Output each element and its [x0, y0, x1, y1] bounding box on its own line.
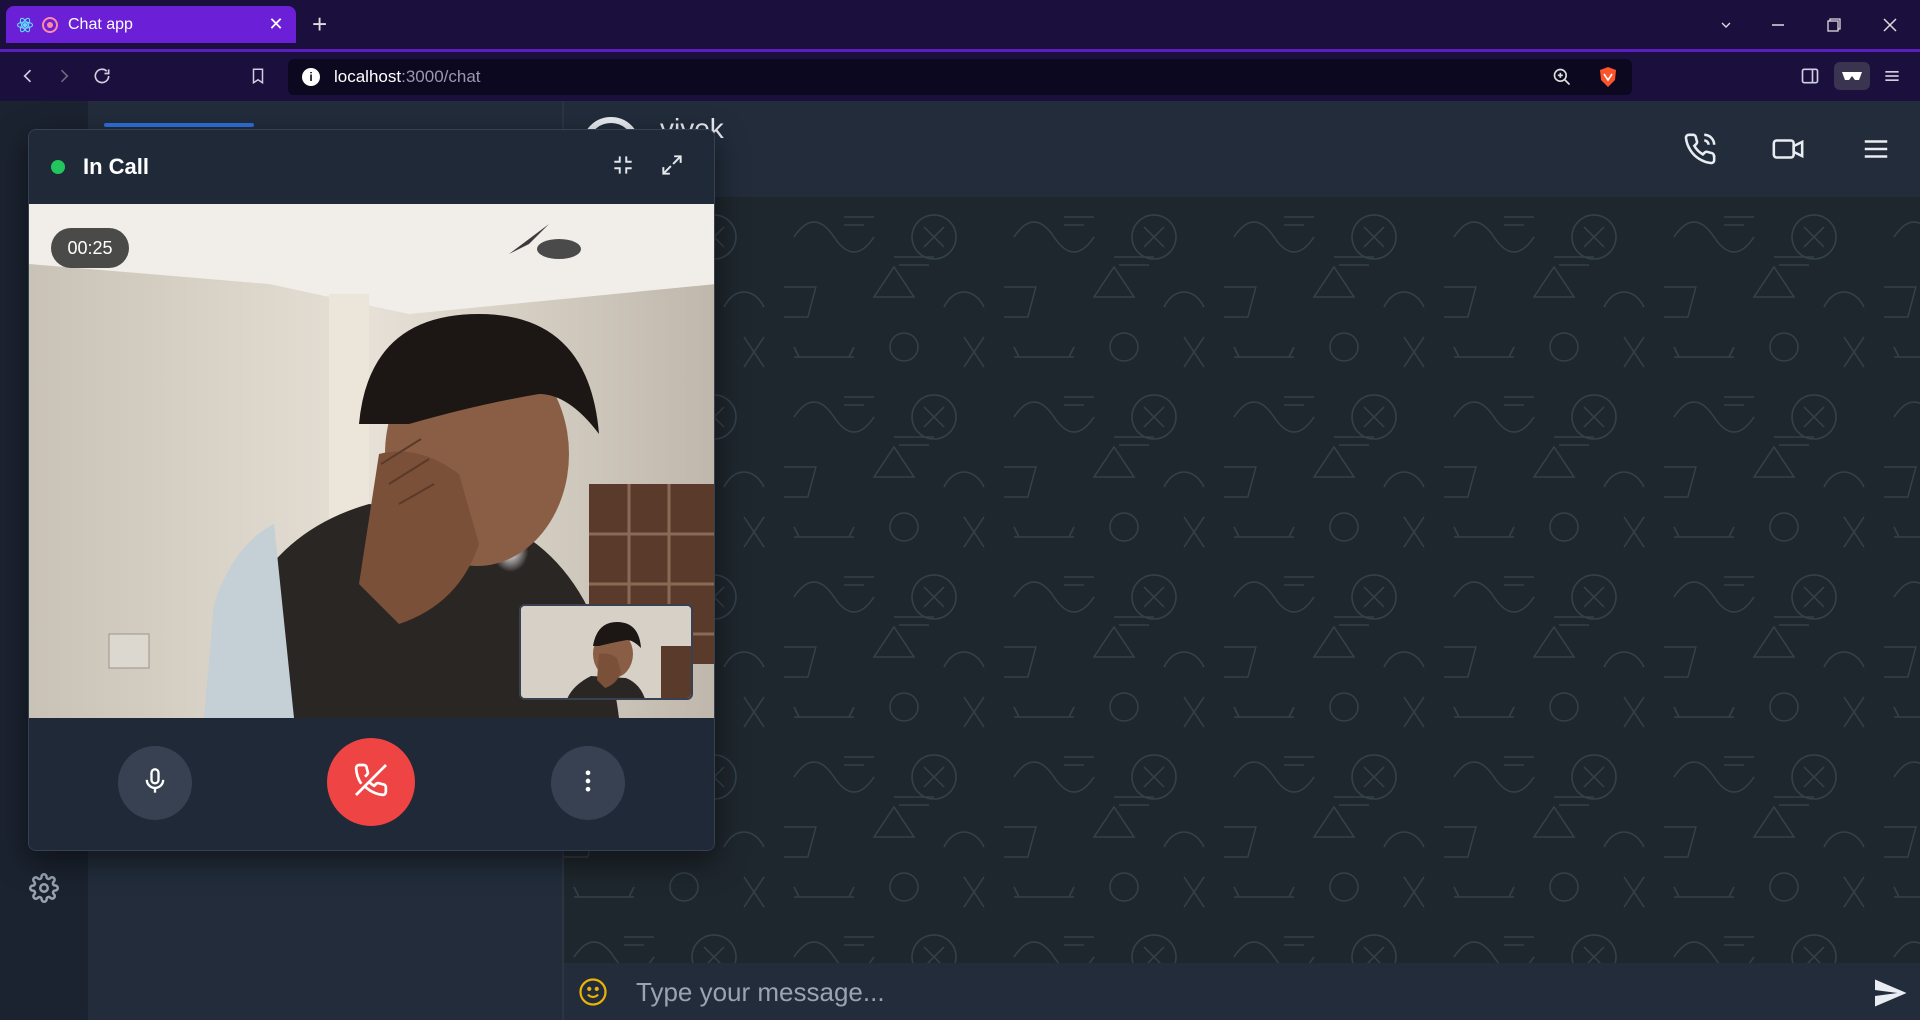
- active-tab-indicator: [104, 123, 254, 127]
- reload-icon[interactable]: [88, 62, 116, 90]
- call-timer: 00:25: [51, 228, 129, 268]
- video-call-icon[interactable]: [1768, 129, 1808, 169]
- tab-title: Chat app: [68, 15, 133, 33]
- forward-icon[interactable]: [50, 62, 78, 90]
- chat-panel: vivek: [562, 101, 1920, 1020]
- message-composer: [564, 963, 1920, 1020]
- browser-tab[interactable]: Chat app ✕: [6, 6, 296, 43]
- message-input[interactable]: [636, 971, 1816, 1013]
- browser-navbar: i localhost:3000/chat: [0, 49, 1920, 101]
- call-window: In Call 00:25: [28, 129, 715, 851]
- recording-icon: [42, 16, 58, 33]
- chat-menu-icon[interactable]: [1856, 129, 1896, 169]
- call-controls: [29, 718, 714, 850]
- zoom-icon[interactable]: [1552, 67, 1572, 92]
- call-status: In Call: [83, 154, 150, 179]
- brave-shield-icon[interactable]: [1598, 66, 1618, 93]
- tab-search-icon[interactable]: [1698, 0, 1754, 49]
- wallet-icon[interactable]: [1834, 62, 1870, 90]
- call-active-indicator: [51, 160, 65, 174]
- new-tab-button[interactable]: +: [312, 10, 327, 38]
- bookmark-icon[interactable]: [244, 62, 272, 90]
- emoji-icon[interactable]: [578, 977, 608, 1007]
- more-options-button[interactable]: [551, 746, 625, 820]
- end-call-button[interactable]: [327, 738, 415, 826]
- remote-video: 00:25: [29, 204, 714, 718]
- mute-button[interactable]: [118, 746, 192, 820]
- settings-icon[interactable]: [26, 870, 62, 906]
- call-header: In Call: [29, 130, 714, 204]
- send-icon[interactable]: [1872, 975, 1908, 1011]
- back-icon[interactable]: [14, 62, 42, 90]
- browser-tabbar: Chat app ✕ +: [0, 0, 1920, 49]
- local-video-preview[interactable]: [519, 604, 693, 700]
- close-window-button[interactable]: [1862, 0, 1918, 49]
- url-path: :3000/chat: [401, 67, 481, 86]
- more-vertical-icon: [574, 767, 602, 800]
- microphone-icon: [141, 767, 169, 800]
- url-host: localhost: [334, 67, 402, 86]
- doodle-background: [564, 197, 1920, 963]
- phone-off-icon: [353, 762, 389, 803]
- react-icon: [16, 16, 34, 34]
- restore-button[interactable]: [1806, 0, 1862, 49]
- address-bar[interactable]: i localhost:3000/chat: [288, 59, 1632, 95]
- local-video-frame: [521, 606, 691, 698]
- sidebar-toggle-icon[interactable]: [1796, 62, 1824, 90]
- chat-message-area: [564, 197, 1920, 963]
- tab-close-button[interactable]: ✕: [266, 14, 286, 35]
- minimize-call-icon[interactable]: [610, 152, 640, 182]
- menu-icon[interactable]: [1878, 62, 1906, 90]
- voice-call-icon[interactable]: [1680, 129, 1720, 169]
- fullscreen-icon[interactable]: [659, 152, 689, 182]
- site-info-icon[interactable]: i: [302, 68, 320, 86]
- chat-header: vivek: [564, 101, 1920, 197]
- minimize-button[interactable]: [1750, 0, 1806, 49]
